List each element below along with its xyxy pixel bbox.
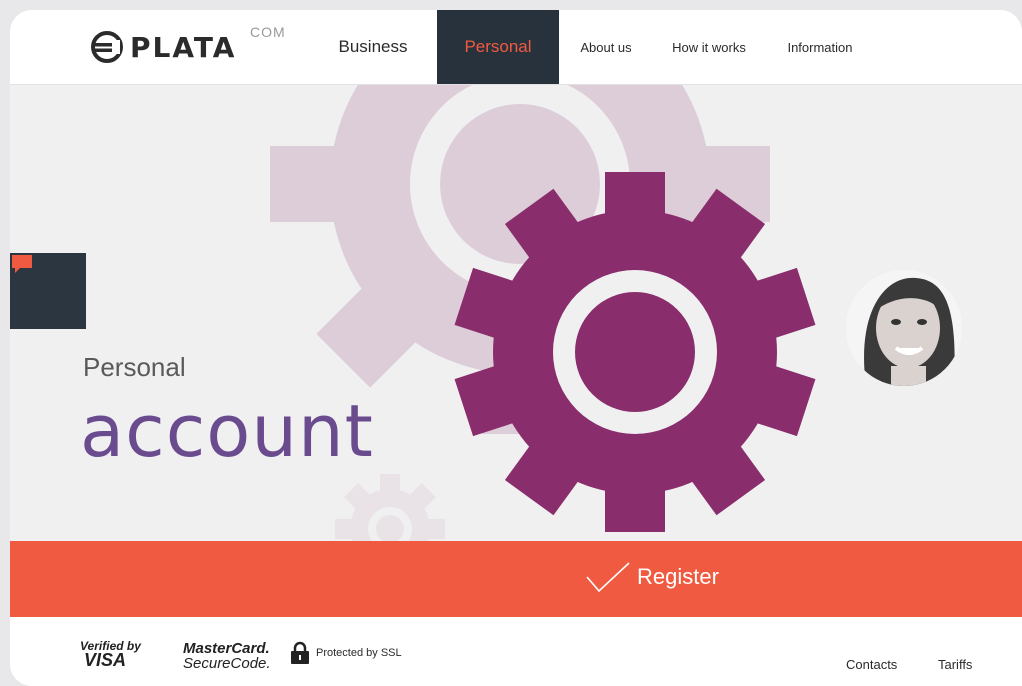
hero-subtitle: Personal [83,352,186,382]
chat-bubble-icon [12,255,32,273]
mc-bottom-text: SecureCode. [183,655,271,672]
nav-about[interactable]: About us [571,10,641,84]
hero-title: account [80,389,374,473]
ssl-badge: Protected by SSL [290,641,402,665]
site-footer: Verified by VISA MasterCard. SecureCode.… [10,617,1022,686]
nav-how-it-works[interactable]: How it works [662,10,756,84]
nav-business[interactable]: Business [328,10,418,84]
avatar-portrait-icon [846,270,962,386]
logo[interactable]: PLATA COM [90,24,285,70]
gear-small-icon [335,474,445,541]
register-content: Register [585,561,719,593]
checkmark-icon [586,562,630,593]
nav-personal[interactable]: Personal [437,10,559,84]
site-header: PLATA COM Business Personal About us How… [10,10,1022,85]
nav-information[interactable]: Information [780,10,860,84]
footer-tariffs-link[interactable]: Tariffs [938,657,972,672]
hero: Personal account [10,84,1022,541]
verified-by-visa-logo: Verified by VISA [80,639,141,670]
ssl-label: Protected by SSL [316,647,402,659]
euro-circle-icon [91,31,123,63]
page-frame: PLATA COM Business Personal About us How… [10,10,1022,686]
chat-button[interactable] [10,253,86,329]
gear-main-icon [454,172,816,532]
footer-contacts-link[interactable]: Contacts [846,657,897,672]
brand-name: PLATA [130,30,237,64]
register-label: Register [637,564,719,589]
mastercard-securecode-logo: MasterCard. SecureCode. [183,641,271,671]
mc-top-text: MasterCard. [183,640,270,657]
brand-suffix: COM [250,24,286,40]
avatar [846,270,962,386]
padlock-icon [291,641,309,664]
register-button[interactable]: Register [10,541,1022,617]
visa-bottom-text: VISA [84,650,127,670]
